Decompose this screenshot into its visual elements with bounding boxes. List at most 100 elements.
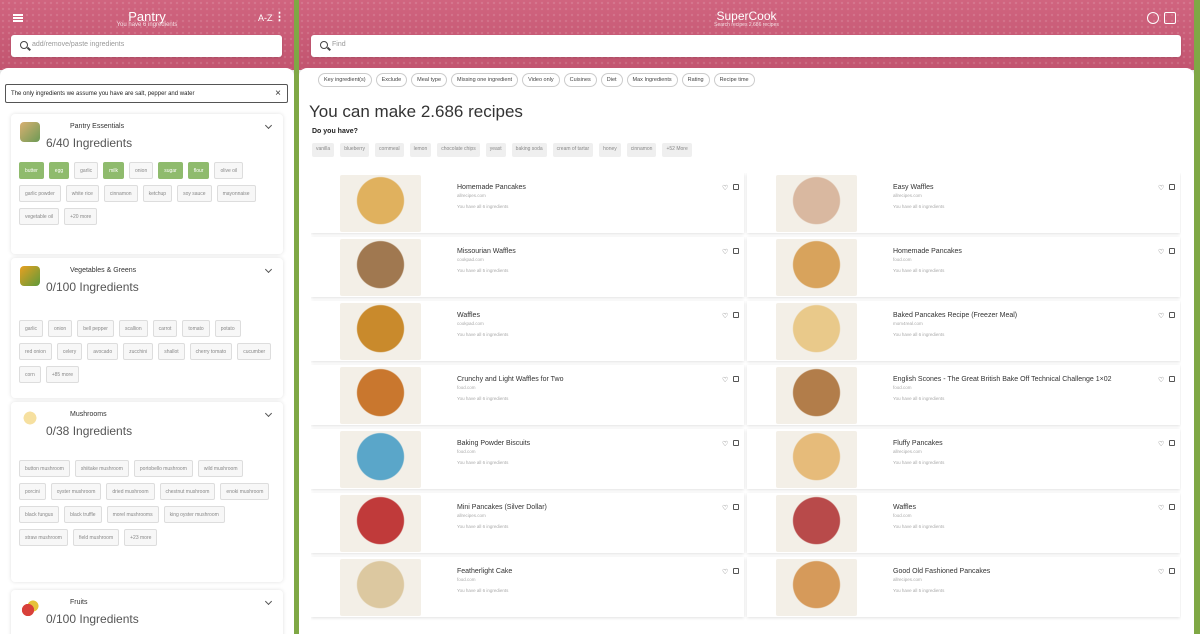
recipe-thumbnail[interactable] (776, 495, 857, 552)
ingredient-chip[interactable]: zucchini (123, 343, 154, 360)
suggested-ingredient-chip[interactable]: honey (599, 143, 621, 157)
ingredient-chip[interactable]: porcini (19, 483, 46, 500)
recipe-thumbnail[interactable] (776, 175, 857, 232)
recipe-title[interactable]: Mini Pancakes (Silver Dollar) (457, 504, 547, 511)
ingredient-chip[interactable]: oyster mushroom (50, 483, 102, 500)
heart-icon[interactable]: ♡ (722, 376, 728, 384)
recipe-thumbnail[interactable] (340, 303, 421, 360)
filter-button[interactable]: Exclude (375, 73, 408, 87)
ingredient-chip[interactable]: garlic (19, 320, 43, 337)
recipe-card[interactable]: Missourian Waffles cookpad.com You have al… (311, 237, 744, 297)
open-external-icon[interactable] (1169, 504, 1175, 510)
chevron-down-icon[interactable] (264, 597, 273, 606)
recipe-title[interactable]: Waffles (893, 504, 916, 511)
ingredient-chip[interactable]: white rice (65, 185, 99, 202)
recipe-card[interactable]: Homemade Pancakes food.com You have all 6 … (747, 237, 1180, 297)
ingredient-chip[interactable]: sugar (158, 162, 183, 179)
recipe-title[interactable]: Crunchy and Light Waffles for Two (457, 376, 563, 383)
open-external-icon[interactable] (733, 184, 739, 190)
recipe-title[interactable]: English Scones - The Great British Bake … (893, 376, 1112, 383)
suggested-ingredient-chip[interactable]: cornmeal (375, 143, 404, 157)
ingredient-chip[interactable]: onion (128, 162, 154, 179)
recipe-title[interactable]: Homemade Pancakes (457, 184, 526, 191)
ingredient-chip[interactable]: king oyster mushroom (163, 506, 225, 523)
open-external-icon[interactable] (1169, 248, 1175, 254)
open-external-icon[interactable] (733, 568, 739, 574)
ingredient-chip[interactable]: onion (47, 320, 73, 337)
close-icon[interactable]: × (275, 88, 281, 99)
recipe-title[interactable]: Easy Waffles (893, 184, 933, 191)
heart-icon[interactable]: ♡ (722, 504, 728, 512)
ingredient-chip[interactable]: ketchup (142, 185, 173, 202)
filter-button[interactable]: Meal type (411, 73, 448, 87)
recipe-title[interactable]: Waffles (457, 312, 480, 319)
suggested-ingredient-chip[interactable]: lemon (409, 143, 432, 157)
open-external-icon[interactable] (733, 440, 739, 446)
open-external-icon[interactable] (1169, 440, 1175, 446)
more-options-icon[interactable]: ⋮ (274, 12, 285, 23)
suggested-ingredient-chip[interactable]: vanilla (312, 143, 335, 157)
recipe-thumbnail[interactable] (776, 303, 857, 360)
open-external-icon[interactable] (1169, 312, 1175, 318)
ingredient-chip[interactable]: red onion (19, 343, 52, 360)
heart-icon[interactable]: ♡ (1158, 568, 1164, 576)
suggested-ingredient-chip[interactable]: +52 More (662, 143, 692, 157)
heart-icon[interactable]: ♡ (722, 440, 728, 448)
recipe-thumbnail[interactable] (776, 559, 857, 616)
recipe-card[interactable]: Crunchy and Light Waffles for Two food.co… (311, 365, 744, 425)
recipe-thumbnail[interactable] (776, 239, 857, 296)
recipe-thumbnail[interactable] (776, 431, 857, 488)
ingredient-chip[interactable]: button mushroom (19, 460, 70, 477)
ingredient-chip[interactable]: bell pepper (77, 320, 114, 337)
category-title[interactable]: Mushrooms (70, 411, 107, 418)
filter-button[interactable]: Cuisines (563, 73, 597, 87)
filter-button[interactable]: Recipe time (713, 73, 755, 87)
filter-button[interactable]: Max Ingredients (626, 73, 678, 87)
heart-icon[interactable]: ♡ (1158, 504, 1164, 512)
heart-icon[interactable]: ♡ (1158, 376, 1164, 384)
recipe-card[interactable]: Waffles food.com You have all 6 ingredient… (747, 493, 1180, 553)
ingredient-chip[interactable]: olive oil (214, 162, 244, 179)
recipe-card[interactable]: Easy Waffles allrecipes.com You have all 6… (747, 173, 1180, 233)
recipe-thumbnail[interactable] (340, 495, 421, 552)
ingredient-chip[interactable]: black truffle (64, 506, 102, 523)
ingredient-chip[interactable]: potato (214, 320, 241, 337)
ingredient-chip[interactable]: cherry tomato (189, 343, 233, 360)
filter-button[interactable]: Rating (681, 73, 710, 87)
ingredient-chip[interactable]: shallot (158, 343, 185, 360)
ingredient-chip[interactable]: cucumber (237, 343, 272, 360)
recipe-search-input[interactable]: Find (311, 35, 1181, 57)
filter-button[interactable]: Key ingredient(s) (318, 73, 372, 87)
filter-button[interactable]: Video only (522, 73, 560, 87)
chevron-down-icon[interactable] (264, 409, 273, 418)
ingredient-chip[interactable]: celery (56, 343, 83, 360)
suggested-ingredient-chip[interactable]: cinnamon (626, 143, 657, 157)
ingredient-chip[interactable]: portobello mushroom (133, 460, 193, 477)
ingredient-chip[interactable]: soy sauce (177, 185, 212, 202)
suggested-ingredient-chip[interactable]: cream of tartar (552, 143, 594, 157)
ingredient-chip[interactable]: avocado (87, 343, 119, 360)
recipe-title[interactable]: Fluffy Pancakes (893, 440, 943, 447)
recipe-card[interactable]: Featherlight Cake food.com You have all 6 … (311, 557, 744, 617)
open-external-icon[interactable] (733, 248, 739, 254)
ingredient-chip[interactable]: garlic (74, 162, 99, 179)
filter-button[interactable]: Missing one ingredient (451, 73, 519, 87)
ingredient-chip[interactable]: cinnamon (103, 185, 138, 202)
recipe-thumbnail[interactable] (340, 431, 421, 488)
chevron-down-icon[interactable] (264, 121, 273, 130)
heart-icon[interactable]: ♡ (722, 184, 728, 192)
open-external-icon[interactable] (733, 312, 739, 318)
ingredient-chip[interactable]: corn (19, 366, 41, 383)
heart-icon[interactable]: ♡ (722, 312, 728, 320)
heart-icon[interactable]: ♡ (1158, 184, 1164, 192)
ingredient-chip[interactable]: milk (103, 162, 124, 179)
ingredient-chip[interactable]: carrot (152, 320, 178, 337)
recipe-card[interactable]: Mini Pancakes (Silver Dollar) allrecipes.… (311, 493, 744, 553)
ingredient-chip[interactable]: field mushroom (72, 529, 120, 546)
recipe-title[interactable]: Missourian Waffles (457, 248, 516, 255)
recipe-card[interactable]: Baked Pancakes Recipe (Freezer Meal) mom4… (747, 301, 1180, 361)
recipe-thumbnail[interactable] (776, 367, 857, 424)
ingredient-chip[interactable]: butter (19, 162, 44, 179)
ingredient-chip[interactable]: tomato (182, 320, 210, 337)
open-external-icon[interactable] (733, 376, 739, 382)
